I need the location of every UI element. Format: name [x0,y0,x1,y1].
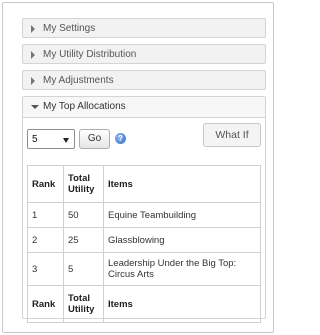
table-row: 1 50 Equine Teambuilding [27,202,261,228]
column-header-rank: Rank [27,165,64,203]
accordion-label: My Top Allocations [43,101,126,112]
chevron-right-icon [31,25,35,33]
utility-cell: 50 [63,202,104,228]
column-header-items: Items [103,165,261,203]
what-if-button[interactable]: What If [203,123,261,147]
dropdown-arrow-icon [63,138,69,143]
footer-total-utility: Total Utility [63,285,104,323]
accordion-my-utility-distribution[interactable]: My Utility Distribution [22,44,266,64]
chevron-right-icon [31,51,35,59]
table-row: 3 5 Leadership Under the Big Top: Circus… [27,252,261,286]
item-cell: Equine Teambuilding [103,202,261,228]
chevron-right-icon [31,77,35,85]
utility-cell: 25 [63,227,104,253]
top-allocations-panel: My Top Allocations 5 Go ? What If Rank T… [22,96,266,323]
accordion-my-adjustments[interactable]: My Adjustments [22,70,266,90]
table-footer-row: Rank Total Utility Items [27,285,261,323]
item-cell: Leadership Under the Big Top: Circus Art… [103,252,261,286]
rank-cell: 1 [27,202,64,228]
table-header-row: Rank Total Utility Items [27,165,261,203]
rank-cell: 3 [27,252,64,286]
count-select[interactable]: 5 [27,129,75,149]
count-select-value: 5 [32,134,38,145]
table-row: 2 25 Glassblowing [27,227,261,253]
accordion-label: My Settings [43,23,96,34]
item-cell: Glassblowing [103,227,261,253]
rank-cell: 2 [27,227,64,253]
chevron-down-icon [31,105,39,109]
utility-cell: 5 [63,252,104,286]
footer-rank: Rank [27,285,64,323]
accordion-my-settings[interactable]: My Settings [22,18,266,38]
accordion-my-top-allocations[interactable]: My Top Allocations [23,97,265,118]
footer-items: Items [103,285,261,323]
go-button[interactable]: Go [79,129,110,149]
help-icon[interactable]: ? [115,133,126,144]
column-header-total-utility: Total Utility [63,165,104,203]
accordion-label: My Utility Distribution [43,49,137,60]
allocations-table: Rank Total Utility Items 1 50 Equine Tea… [27,165,261,323]
accordion-label: My Adjustments [43,75,114,86]
